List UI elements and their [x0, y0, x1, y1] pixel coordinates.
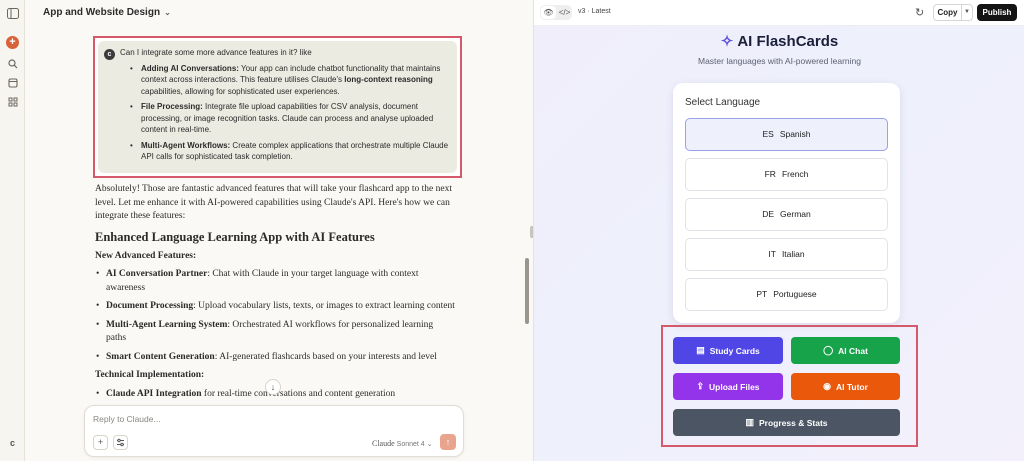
user-avatar[interactable]: c [6, 436, 19, 449]
chat-pane: App and Website Design ⌄ c Can I integra… [25, 0, 533, 461]
ai-chat-button[interactable]: ◯ AI Chat [791, 337, 900, 364]
list-item: Multi-Agent Learning System: Orchestrate… [95, 319, 455, 346]
language-code: PT [756, 289, 768, 299]
model-name: Claude [372, 439, 395, 448]
item-text: : AI-generated flashcards based on your … [214, 351, 437, 362]
reply-input[interactable] [93, 414, 393, 424]
user-message-item: File Processing: Integrate file upload c… [126, 101, 449, 136]
book-icon: ▤ [696, 345, 705, 355]
app-title-text: AI FlashCards [737, 33, 839, 50]
copy-label: Copy [937, 8, 958, 17]
chats-icon[interactable] [6, 76, 19, 89]
language-code: FR [764, 169, 776, 179]
chevron-down-icon: ⌄ [164, 8, 171, 17]
scroll-down-arrow-icon[interactable]: ↓ [265, 379, 281, 395]
item-bold: File Processing: [141, 102, 203, 111]
language-option-italian[interactable]: IT Italian [685, 238, 888, 271]
item-bold: long-context reasoning [344, 75, 433, 84]
item-bold: AI Conversation Partner [106, 269, 208, 279]
language-code: DE [762, 209, 775, 219]
view-toggle: 👁 </> [540, 5, 572, 20]
study-cards-label: Study Cards [709, 345, 760, 356]
chat-scrollbar[interactable] [525, 258, 529, 324]
upload-files-button[interactable]: ⇪ Upload Files [673, 373, 783, 400]
add-attachment-plus-icon[interactable]: + [93, 435, 108, 450]
language-code: ES [762, 129, 774, 139]
user-message-intro: Can I integrate some more advance featur… [120, 48, 312, 57]
chat-bubble-icon: ◯ [823, 345, 834, 355]
language-name: Spanish [779, 129, 811, 139]
item-text: capabilities, allowing for sophisticated… [141, 86, 340, 96]
chevron-down-icon[interactable]: ▼ [961, 5, 972, 20]
sparkles-icon: ✧ [720, 33, 734, 50]
item-bold: Document Processing [106, 301, 194, 311]
user-message-item: Adding AI Conversations: Your app can in… [126, 63, 449, 98]
item-bold: Multi-Agent Learning System [106, 319, 228, 330]
user-message-list: Adding AI Conversations: Your app can in… [120, 63, 449, 163]
progress-stats-button[interactable]: ▥ Progress & Stats [673, 409, 900, 436]
language-name: Italian [781, 249, 805, 259]
item-bold: Claude API Integration [106, 388, 202, 399]
ai-tutor-label: AI Tutor [835, 381, 868, 392]
features-list: AI Conversation Partner: Chat with Claud… [95, 268, 455, 364]
app-subtitle: Master languages with AI-powered learnin… [697, 56, 861, 66]
language-option-french[interactable]: FR French [685, 158, 888, 191]
model-selector[interactable]: Claude Sonnet 4 ⌄ [372, 439, 433, 448]
version-label[interactable]: v3 · Latest [578, 8, 611, 15]
chevron-down-icon: ⌄ [426, 441, 433, 448]
artifact-pane: 👁 </> v3 · Latest ↻ Copy ▼ Publish ✧ AI F… [533, 0, 1024, 461]
item-bold: Multi-Agent Workflows: [141, 140, 231, 150]
study-cards-button[interactable]: ▤ Study Cards [673, 337, 783, 364]
model-version: Sonnet 4 [396, 441, 425, 448]
copy-button[interactable]: Copy ▼ [933, 4, 973, 21]
list-item: AI Conversation Partner: Chat with Claud… [95, 268, 455, 295]
projects-icon[interactable] [6, 95, 19, 108]
language-option-spanish[interactable]: ES Spanish [685, 118, 888, 151]
user-avatar-small: c [104, 49, 115, 60]
artifact-toolbar: 👁 </> v3 · Latest ↻ Copy ▼ Publish [534, 0, 1024, 26]
upload-files-label: Upload Files [709, 381, 760, 392]
list-item: Smart Content Generation: AI-generated f… [95, 351, 455, 365]
user-message-highlight: c Can I integrate some more advance feat… [93, 36, 462, 178]
refresh-icon[interactable]: ↻ [915, 6, 924, 19]
item-text: : Upload vocabulary lists, texts, or ima… [193, 301, 455, 311]
language-code: IT [768, 249, 776, 259]
assistant-response: Absolutely! Those are fantastic advanced… [95, 183, 455, 406]
publish-button[interactable]: Publish [977, 4, 1017, 21]
list-item: Document Processing: Upload vocabulary l… [95, 300, 455, 314]
conversation-title-text: App and Website Design [43, 7, 161, 18]
item-bold: Adding AI Conversations: [141, 63, 239, 73]
language-name: Portuguese [773, 289, 817, 299]
language-option-portuguese[interactable]: PT Portuguese [685, 278, 888, 311]
app-title: ✧ AI FlashCards [534, 32, 1024, 50]
send-arrow-up-icon[interactable]: ↑ [440, 434, 456, 450]
sidebar-toggle-icon[interactable] [6, 7, 19, 20]
language-option-german[interactable]: DE German [685, 198, 888, 231]
ai-chat-label: AI Chat [838, 345, 868, 356]
brain-icon: ◉ [823, 381, 831, 391]
preview-eye-icon[interactable]: 👁 [541, 6, 556, 19]
language-name: German [780, 209, 811, 219]
response-intro: Absolutely! Those are fantastic advanced… [95, 184, 452, 221]
search-icon[interactable] [6, 57, 19, 70]
language-name: French [781, 169, 809, 179]
composer: + Claude Sonnet 4 ⌄ ↑ [84, 405, 464, 457]
conversation-title[interactable]: App and Website Design ⌄ [43, 7, 171, 18]
tools-sliders-icon[interactable] [113, 435, 128, 450]
progress-stats-label: Progress & Stats [759, 417, 828, 428]
select-language-label: Select Language [685, 97, 761, 108]
response-heading: Enhanced Language Learning App with AI F… [95, 229, 375, 244]
code-icon[interactable]: </> [557, 5, 572, 20]
features-heading: New Advanced Features: [95, 250, 197, 261]
user-message-item: Multi-Agent Workflows: Create complex ap… [126, 140, 449, 163]
left-rail: + c [0, 0, 25, 461]
upload-icon: ⇪ [696, 381, 704, 391]
ai-tutor-button[interactable]: ◉ AI Tutor [791, 373, 900, 400]
language-card: Select Language ES Spanish FR French DE Germa… [673, 83, 900, 323]
item-bold: Smart Content Generation [106, 351, 215, 362]
new-chat-icon[interactable]: + [6, 36, 19, 49]
item-text: for real-time conversations and content … [201, 388, 396, 399]
user-message: c Can I integrate some more advance feat… [98, 41, 457, 173]
bar-chart-icon: ▥ [745, 417, 754, 427]
